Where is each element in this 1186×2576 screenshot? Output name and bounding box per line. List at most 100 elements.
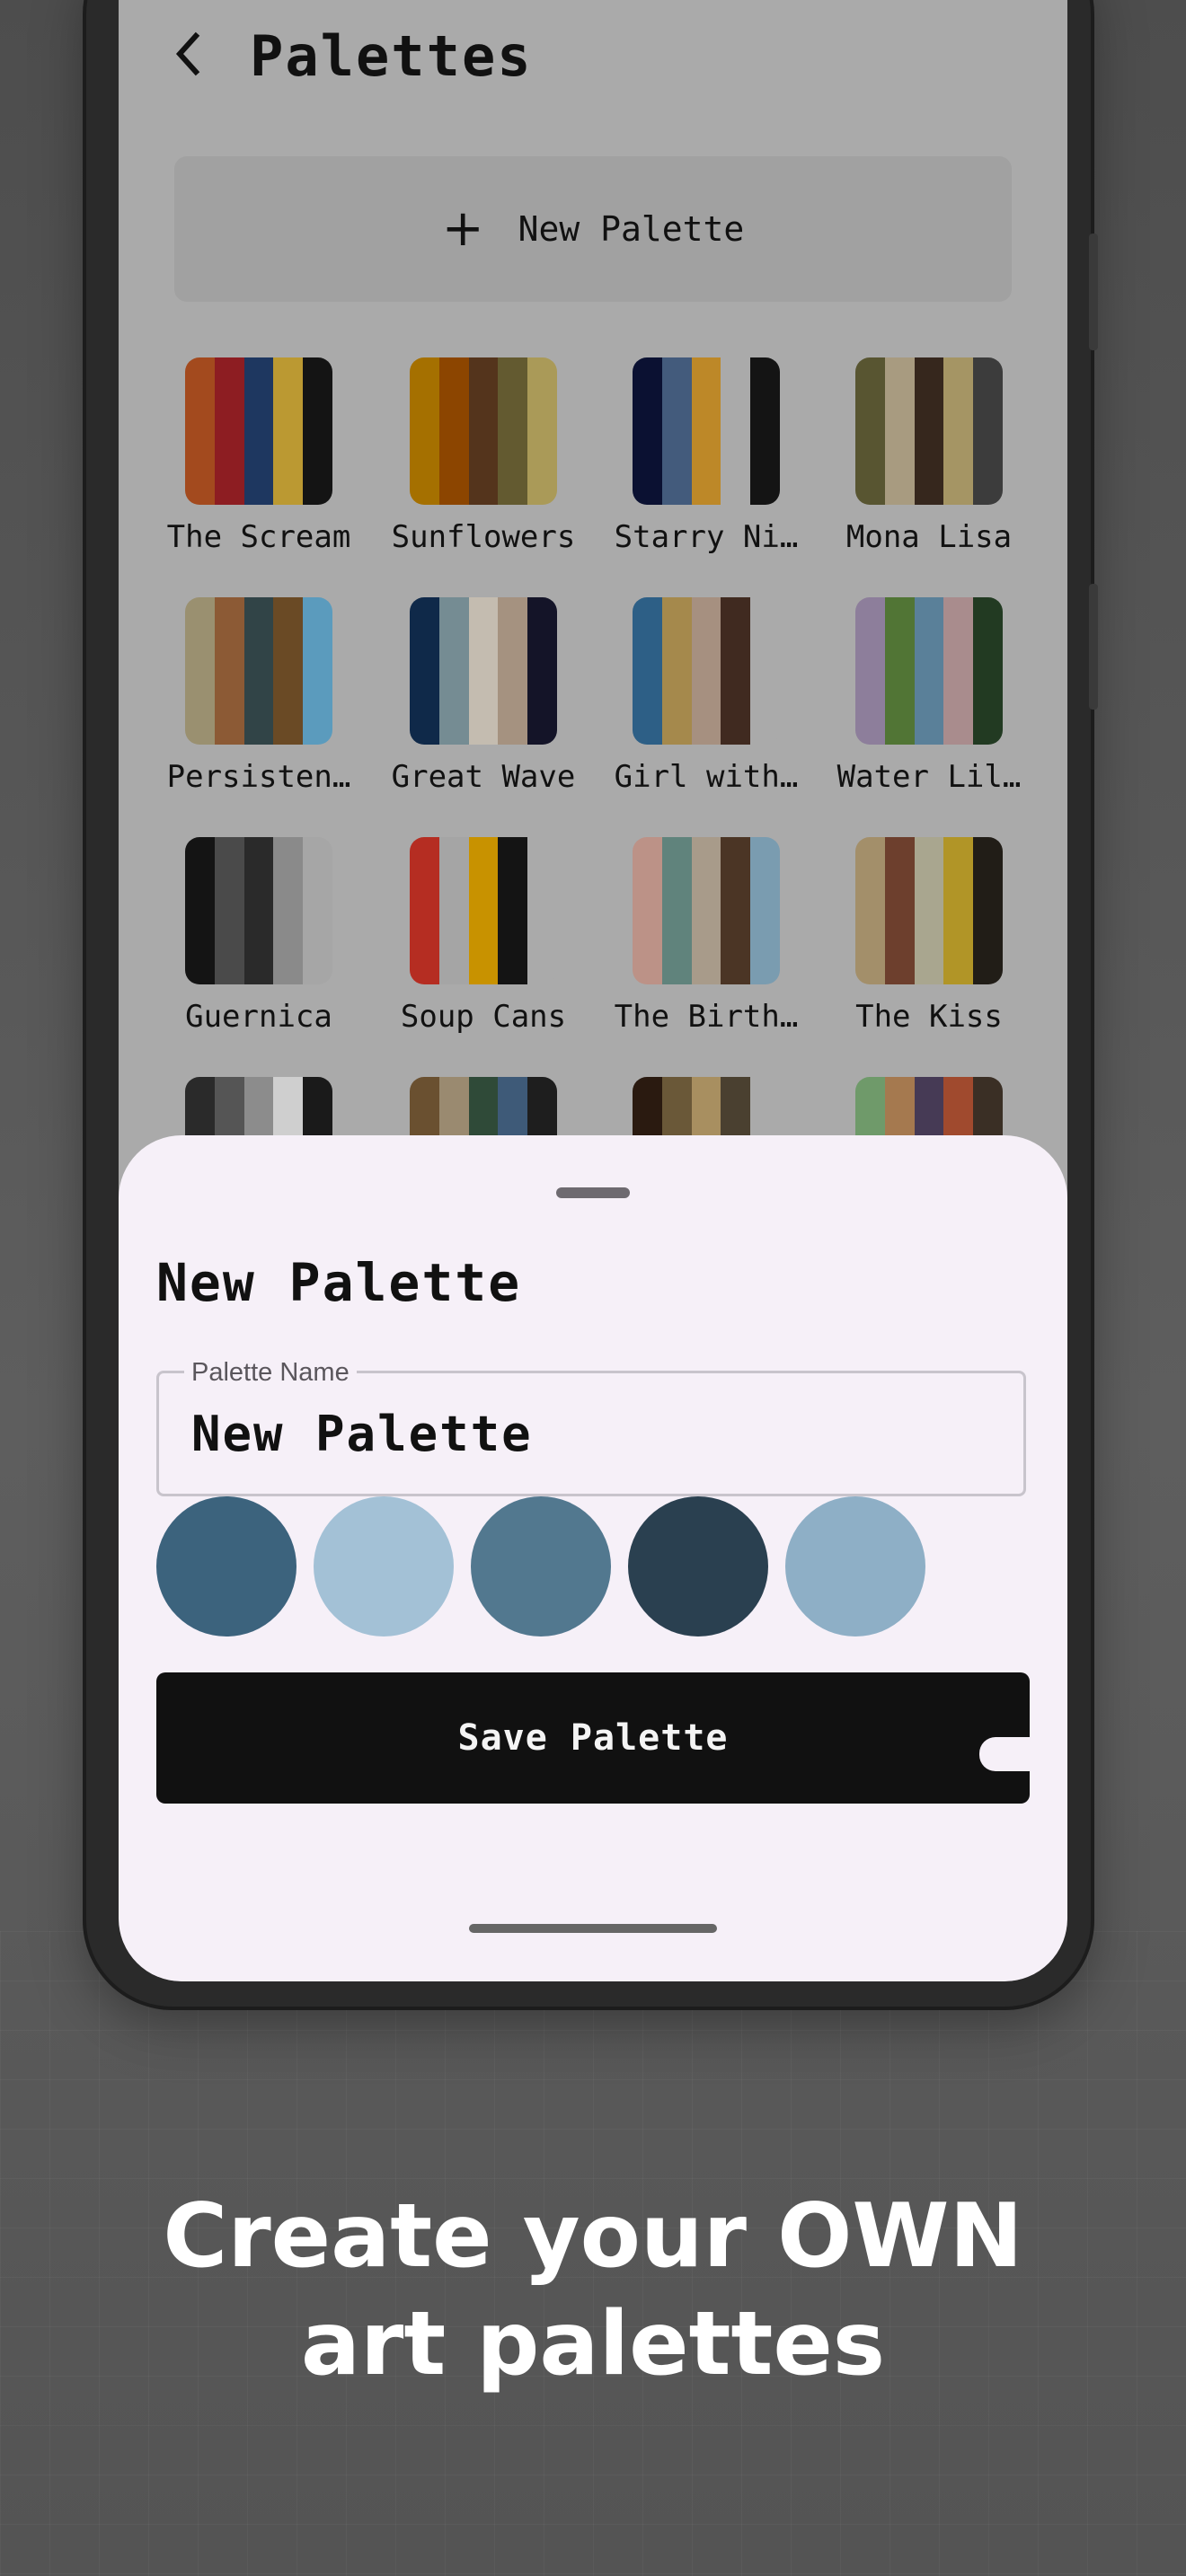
swatch-stripe — [527, 357, 557, 505]
swatch-stripe — [691, 597, 721, 745]
palette-swatch — [855, 837, 1003, 984]
swatch-stripe — [943, 357, 974, 505]
swatch-stripe — [721, 837, 751, 984]
palette-tile[interactable]: The Scream — [160, 357, 358, 555]
palette-tile[interactable]: Water Lil… — [830, 597, 1028, 795]
palette-swatch — [410, 597, 557, 745]
swatch-stripe — [691, 837, 721, 984]
phone-screen: Palettes + New Palette The Scream Sunflow… — [119, 0, 1067, 1981]
drag-handle[interactable] — [556, 1187, 630, 1198]
swatch-stripe — [973, 837, 1003, 984]
palette-swatch — [185, 837, 332, 984]
color-circle[interactable] — [314, 1496, 454, 1636]
swatch-stripe — [943, 597, 974, 745]
plus-icon: + — [441, 199, 484, 258]
palette-name-value[interactable]: New Palette — [191, 1406, 533, 1462]
swatch-stripe — [527, 837, 557, 984]
new-palette-label: New Palette — [518, 209, 745, 249]
swatch-stripe — [721, 357, 751, 505]
swatch-stripe — [273, 597, 304, 745]
new-palette-button[interactable]: + New Palette — [174, 156, 1012, 302]
swatch-stripe — [855, 357, 885, 505]
swatch-stripe — [303, 357, 332, 505]
swatch-stripe — [273, 837, 304, 984]
swatch-stripe — [973, 357, 1003, 505]
swatch-stripe — [884, 837, 915, 984]
swatch-stripe — [185, 597, 215, 745]
swatch-stripe — [661, 837, 692, 984]
palette-tile[interactable]: Guernica — [160, 837, 358, 1035]
tagline-line-1: Create your OWN — [163, 2185, 1023, 2288]
palette-tile[interactable]: The Birth… — [607, 837, 805, 1035]
palette-name: The Kiss — [855, 999, 1003, 1035]
swatch-stripe — [214, 357, 244, 505]
color-circle[interactable] — [628, 1496, 768, 1636]
swatch-stripe — [243, 597, 274, 745]
swatch-stripe — [410, 837, 439, 984]
promo-tagline: Create your OWN art palettes — [0, 2183, 1186, 2398]
color-circle[interactable] — [471, 1496, 611, 1636]
color-circle[interactable] — [156, 1496, 296, 1636]
swatch-stripe — [721, 597, 751, 745]
palette-name: Mona Lisa — [845, 519, 1013, 555]
page-title: Palettes — [250, 23, 533, 89]
palette-tile[interactable]: Persisten… — [160, 597, 358, 795]
palette-swatch — [410, 357, 557, 505]
swatch-stripe — [633, 357, 662, 505]
swatch-stripe — [214, 597, 244, 745]
swatch-stripe — [855, 837, 885, 984]
swatch-stripe — [633, 837, 662, 984]
swatch-stripe — [410, 357, 439, 505]
volume-button — [1089, 234, 1098, 350]
power-button — [1089, 584, 1098, 710]
palette-tile[interactable]: Mona Lisa — [830, 357, 1028, 555]
palette-tile[interactable]: Starry Ni… — [607, 357, 805, 555]
swatch-stripe — [303, 837, 332, 984]
swatch-stripe — [661, 357, 692, 505]
color-circle[interactable] — [785, 1496, 925, 1636]
palette-name: Guernica — [185, 999, 332, 1035]
save-palette-label: Save Palette — [457, 1717, 729, 1759]
swatch-stripe — [243, 837, 274, 984]
palette-name: Great Wave — [391, 759, 576, 795]
palette-tile[interactable]: The Kiss — [830, 837, 1028, 1035]
palette-name-label: Palette Name — [184, 1357, 357, 1388]
swatch-stripe — [438, 357, 469, 505]
palette-name-field[interactable]: Palette Name New Palette — [156, 1357, 1026, 1496]
swatch-stripe — [438, 837, 469, 984]
sheet-title: New Palette — [156, 1252, 522, 1313]
palette-swatch — [633, 837, 780, 984]
home-indicator[interactable] — [469, 1924, 717, 1933]
swatch-stripe — [527, 597, 557, 745]
swatch-stripe — [884, 597, 915, 745]
swatch-stripe — [973, 597, 1003, 745]
swatch-stripe — [750, 357, 780, 505]
palette-tile[interactable]: Sunflowers — [385, 357, 582, 555]
palette-tile[interactable]: Girl with… — [607, 597, 805, 795]
swatch-stripe — [185, 837, 215, 984]
palette-tile[interactable]: Great Wave — [385, 597, 582, 795]
palette-name: Soup Cans — [400, 999, 567, 1035]
swatch-stripe — [750, 597, 780, 745]
swatch-stripe — [633, 597, 662, 745]
palette-swatch — [633, 597, 780, 745]
save-palette-button[interactable]: Save Palette — [156, 1672, 1031, 1804]
swatch-stripe — [468, 597, 499, 745]
swatch-stripe — [498, 837, 528, 984]
swatch-stripe — [273, 357, 304, 505]
palette-tile[interactable]: Soup Cans — [385, 837, 582, 1035]
swatch-stripe — [855, 597, 885, 745]
swatch-stripe — [884, 357, 915, 505]
swatch-stripe — [914, 837, 944, 984]
arrow-back-icon[interactable] — [162, 27, 216, 81]
swatch-stripe — [661, 597, 692, 745]
button-notch — [979, 1737, 1031, 1771]
swatch-stripe — [214, 837, 244, 984]
swatch-stripe — [303, 597, 332, 745]
palette-swatch — [855, 597, 1003, 745]
swatch-stripe — [410, 597, 439, 745]
swatch-stripe — [750, 837, 780, 984]
swatch-stripe — [943, 837, 974, 984]
palette-name: The Scream — [166, 519, 351, 555]
palette-name: The Birth… — [614, 999, 799, 1035]
